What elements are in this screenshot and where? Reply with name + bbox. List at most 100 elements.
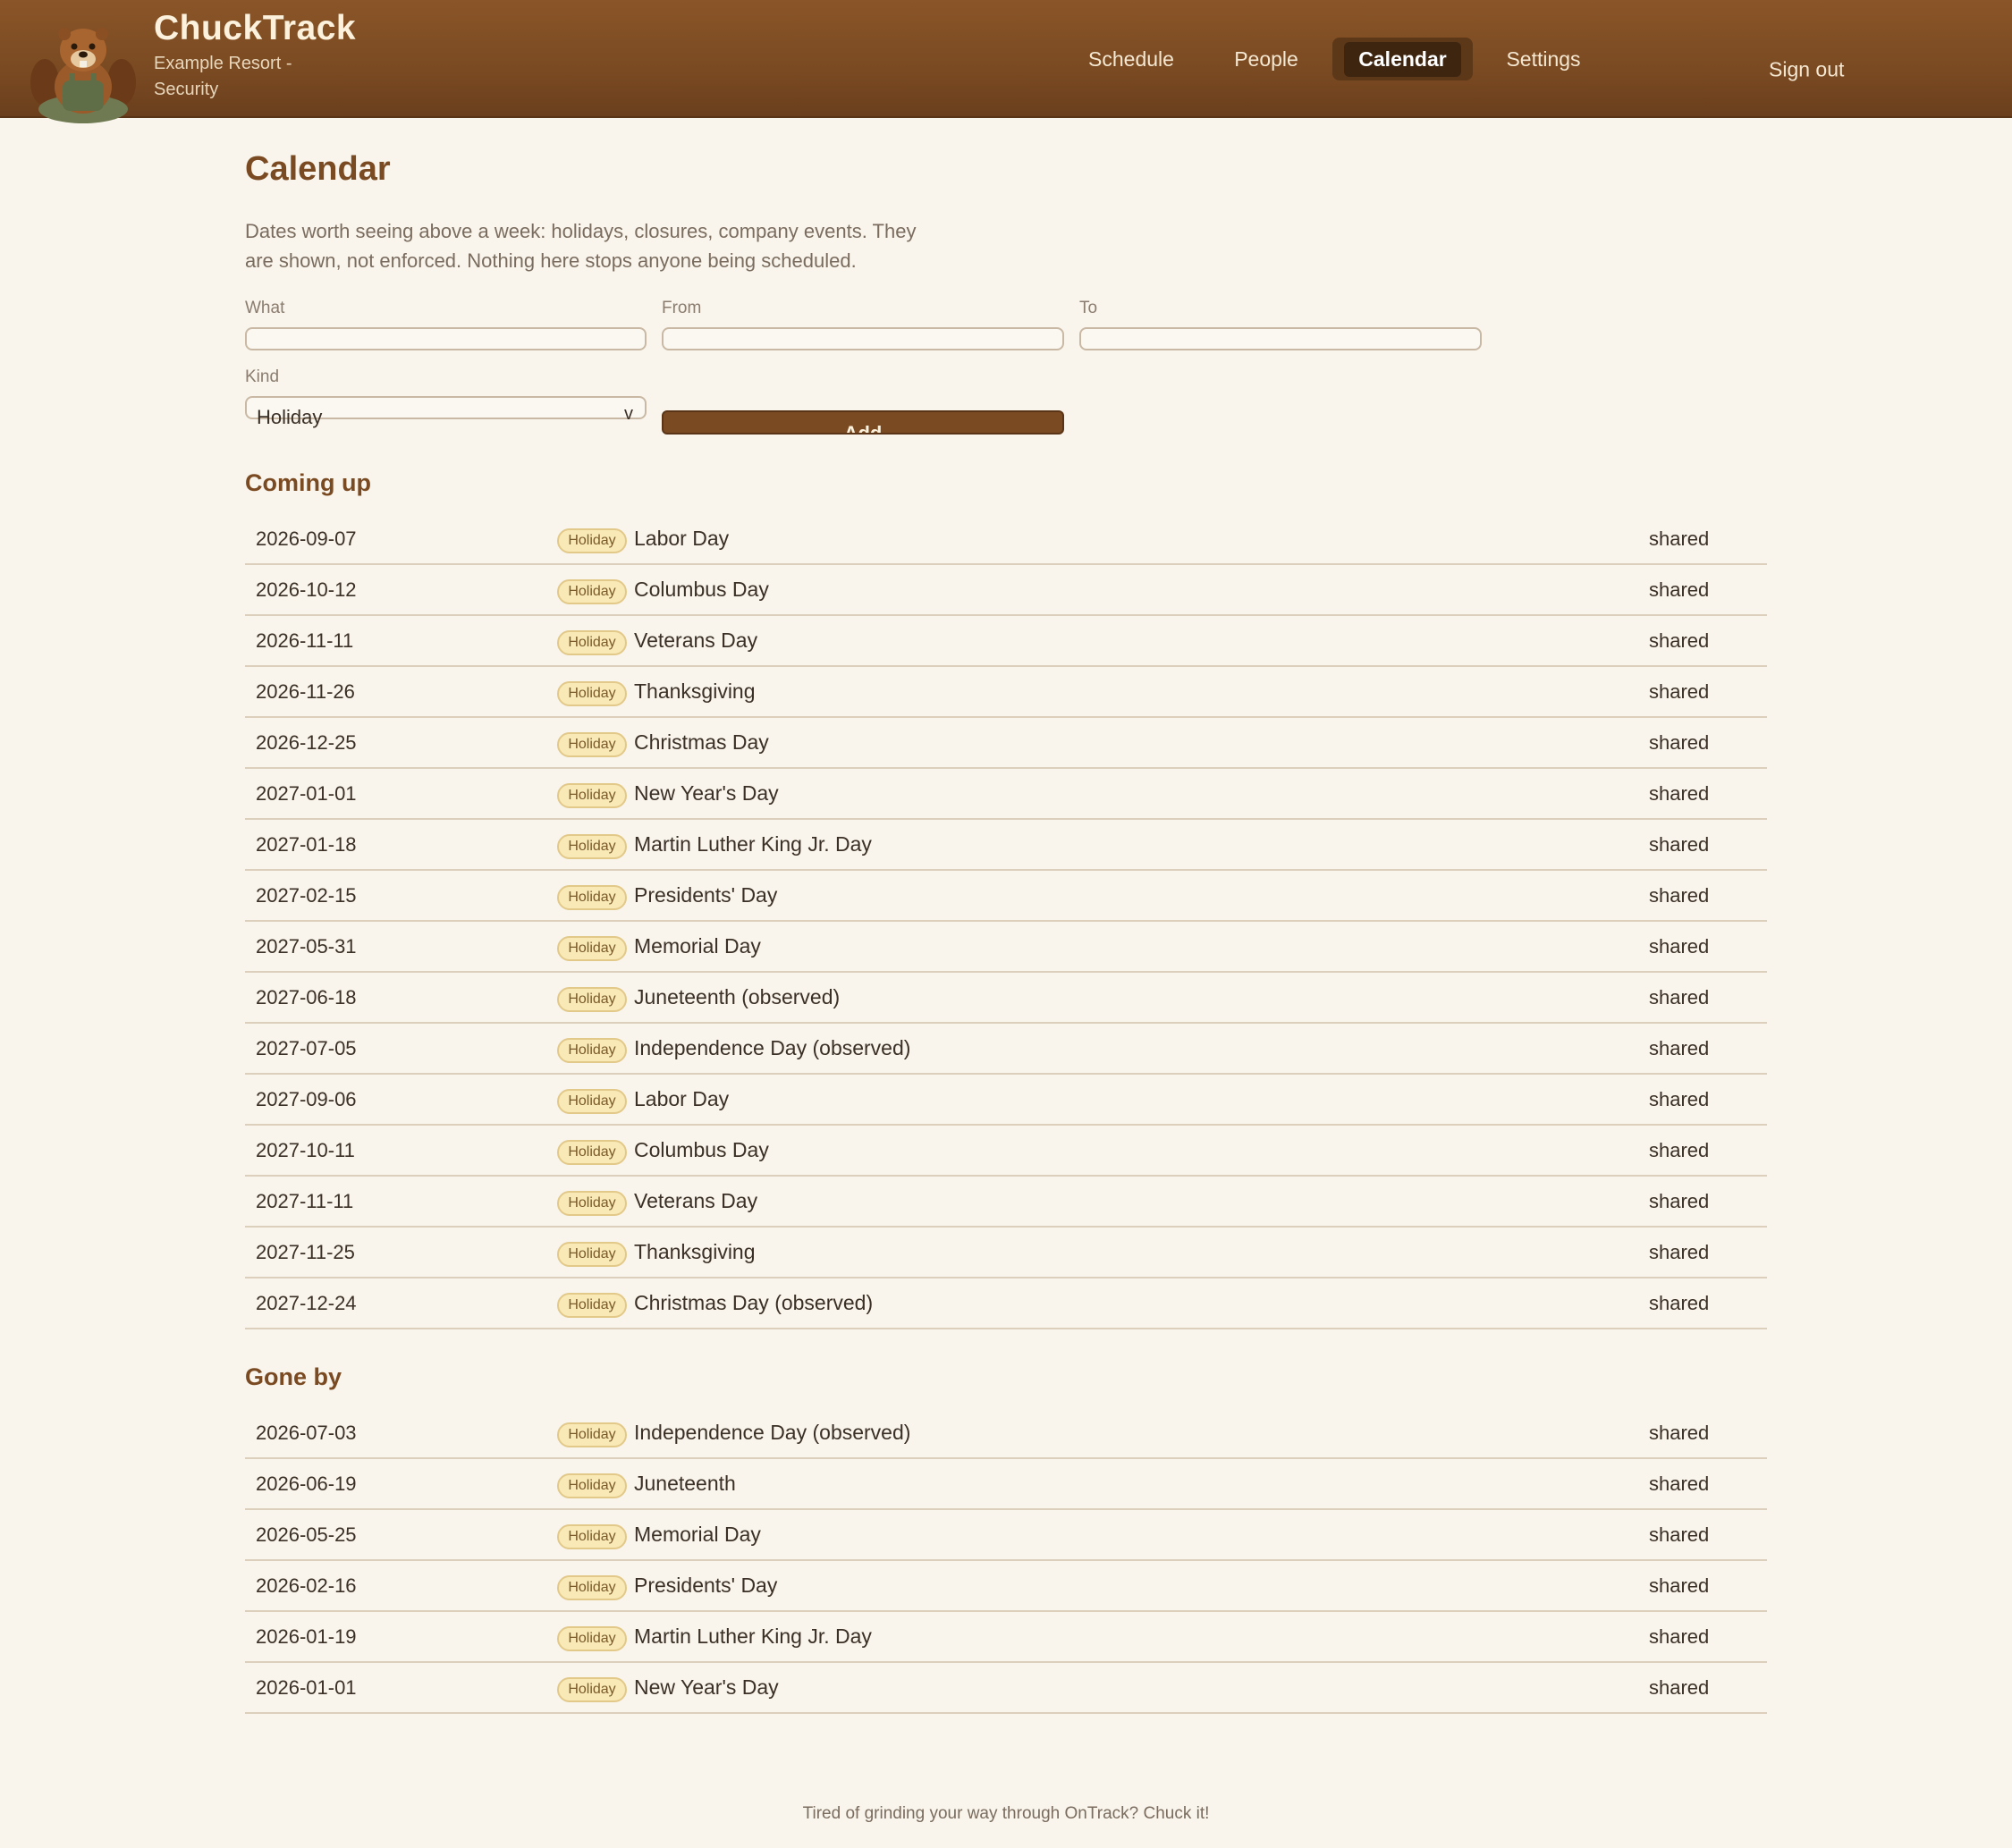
event-date: 2026-01-19 [256,1625,357,1648]
event-date: 2026-12-25 [256,731,357,754]
event-date: 2027-06-18 [256,986,357,1008]
chevron-down-icon[interactable]: v [624,404,633,425]
calendar-row[interactable]: 2026-05-25 Holiday Memorial Day shared [245,1510,1767,1561]
nav-schedule[interactable]: Schedule [1073,38,1189,80]
calendar-row[interactable]: 2027-07-05 Holiday Independence Day (obser… [245,1024,1767,1075]
nav-people[interactable]: People [1225,38,1307,80]
event-date: 2027-05-31 [256,935,357,958]
kind-badge: Holiday [557,834,627,859]
calendar-row[interactable]: 2026-06-19 Holiday Juneteenth shared [245,1459,1767,1510]
event-name: Labor Day [634,527,730,550]
event-scope: shared [1649,1523,1710,1546]
event-date: 2026-10-12 [256,578,357,601]
sign-out-link[interactable]: Sign out [1769,58,1844,82]
event-date: 2027-01-18 [256,833,357,856]
kind-badge: Holiday [557,1677,627,1702]
to-field[interactable] [1079,327,1482,350]
kind-badge: Holiday [557,1089,627,1114]
calendar-row[interactable]: 2026-11-26 Holiday Thanksgiving shared [245,667,1767,718]
event-name: Presidents' Day [634,883,778,907]
event-name: Memorial Day [634,934,761,958]
kind-badge: Holiday [557,1242,627,1267]
kind-label: Kind [245,367,280,386]
event-date: 2026-11-26 [256,680,355,703]
calendar-row[interactable]: 2026-10-12 Holiday Columbus Day shared [245,565,1767,616]
event-scope: shared [1649,629,1710,652]
event-scope: shared [1649,1292,1710,1314]
kind-badge: Holiday [557,1575,627,1600]
calendar-row[interactable]: 2027-01-18 Holiday Martin Luther King Jr. … [245,820,1767,871]
add-button-label: Add [843,422,883,435]
event-scope: shared [1649,1088,1710,1110]
event-date: 2027-11-11 [256,1190,354,1212]
what-label: What [245,299,285,317]
calendar-row[interactable]: 2027-05-31 Holiday Memorial Day shared [245,922,1767,973]
what-field[interactable] [245,327,647,350]
from-field[interactable] [662,327,1064,350]
calendar-row[interactable]: 2027-12-24 Holiday Christmas Day (observed… [245,1278,1767,1329]
kind-badge: Holiday [557,528,627,553]
calendar-row[interactable]: 2026-01-01 Holiday New Year's Day shared [245,1663,1767,1714]
event-name: Martin Luther King Jr. Day [634,1624,872,1648]
event-scope: shared [1649,578,1710,601]
event-name: Independence Day (observed) [634,1421,911,1444]
event-name: Christmas Day [634,730,769,754]
event-scope: shared [1649,1574,1710,1597]
event-scope: shared [1649,1037,1710,1059]
calendar-row[interactable]: 2027-10-11 Holiday Columbus Day shared [245,1126,1767,1177]
event-date: 2026-07-03 [256,1422,357,1444]
event-name: Juneteenth [634,1472,736,1495]
calendar-row[interactable]: 2027-09-06 Holiday Labor Day shared [245,1075,1767,1126]
kind-badge: Holiday [557,630,627,655]
event-date: 2026-11-11 [256,629,354,652]
event-date: 2026-05-25 [256,1523,357,1546]
subtitle-line-1: Example Resort - [154,54,292,73]
event-scope: shared [1649,986,1710,1008]
calendar-row[interactable]: 2027-01-01 Holiday New Year's Day shared [245,769,1767,820]
event-name: Columbus Day [634,578,769,601]
event-name: Veterans Day [634,629,758,652]
nav-calendar[interactable]: Calendar [1332,38,1473,80]
gone-by-heading: Gone by [245,1363,342,1390]
event-name: Labor Day [634,1087,730,1110]
event-name: Presidents' Day [634,1574,778,1597]
page-title: Calendar [245,150,391,188]
event-name: Christmas Day (observed) [634,1291,874,1314]
calendar-row[interactable]: 2026-02-16 Holiday Presidents' Day shared [245,1561,1767,1612]
calendar-row[interactable]: 2027-11-25 Holiday Thanksgiving shared [245,1228,1767,1278]
event-scope: shared [1649,782,1710,805]
calendar-row[interactable]: 2027-11-11 Holiday Veterans Day shared [245,1177,1767,1228]
calendar-row[interactable]: 2026-12-25 Holiday Christmas Day shared [245,718,1767,769]
page-intro: Dates worth seeing above a week: holiday… [245,216,960,275]
kind-badge: Holiday [557,936,627,961]
event-name: Thanksgiving [634,679,756,703]
intro-line-1: Dates worth seeing above a week: holiday… [245,220,917,242]
event-date: 2026-02-16 [256,1574,357,1597]
kind-badge: Holiday [557,885,627,910]
app-subtitle: Example Resort - Security [154,51,333,103]
event-date: 2027-02-15 [256,884,357,907]
add-button[interactable]: Add [662,410,1064,435]
event-name: New Year's Day [634,781,779,805]
event-name: Veterans Day [634,1189,758,1212]
calendar-row[interactable]: 2026-01-19 Holiday Martin Luther King Jr. … [245,1612,1767,1663]
event-name: Juneteenth (observed) [634,985,841,1008]
calendar-row[interactable]: 2027-06-18 Holiday Juneteenth (observed) sh… [245,973,1767,1024]
nav-settings[interactable]: Settings [1499,38,1588,80]
beaver-mascot-icon[interactable] [29,20,138,125]
kind-badge: Holiday [557,783,627,808]
calendar-row[interactable]: 2026-07-03 Holiday Independence Day (obser… [245,1408,1767,1459]
kind-select-value[interactable]: Holiday [257,406,322,429]
event-scope: shared [1649,1472,1710,1495]
kind-badge: Holiday [557,1140,627,1165]
event-scope: shared [1649,680,1710,703]
event-date: 2026-09-07 [256,527,357,550]
coming-up-list: 2026-09-07 Holiday Labor Day shared 2026-10-… [245,514,1767,1329]
calendar-row[interactable]: 2026-09-07 Holiday Labor Day shared [245,514,1767,565]
event-name: Martin Luther King Jr. Day [634,832,872,856]
calendar-row[interactable]: 2026-11-11 Holiday Veterans Day shared [245,616,1767,667]
nav-calendar-label: Calendar [1344,41,1461,77]
event-date: 2027-11-25 [256,1241,355,1263]
calendar-row[interactable]: 2027-02-15 Holiday Presidents' Day shared [245,871,1767,922]
event-date: 2027-09-06 [256,1088,357,1110]
